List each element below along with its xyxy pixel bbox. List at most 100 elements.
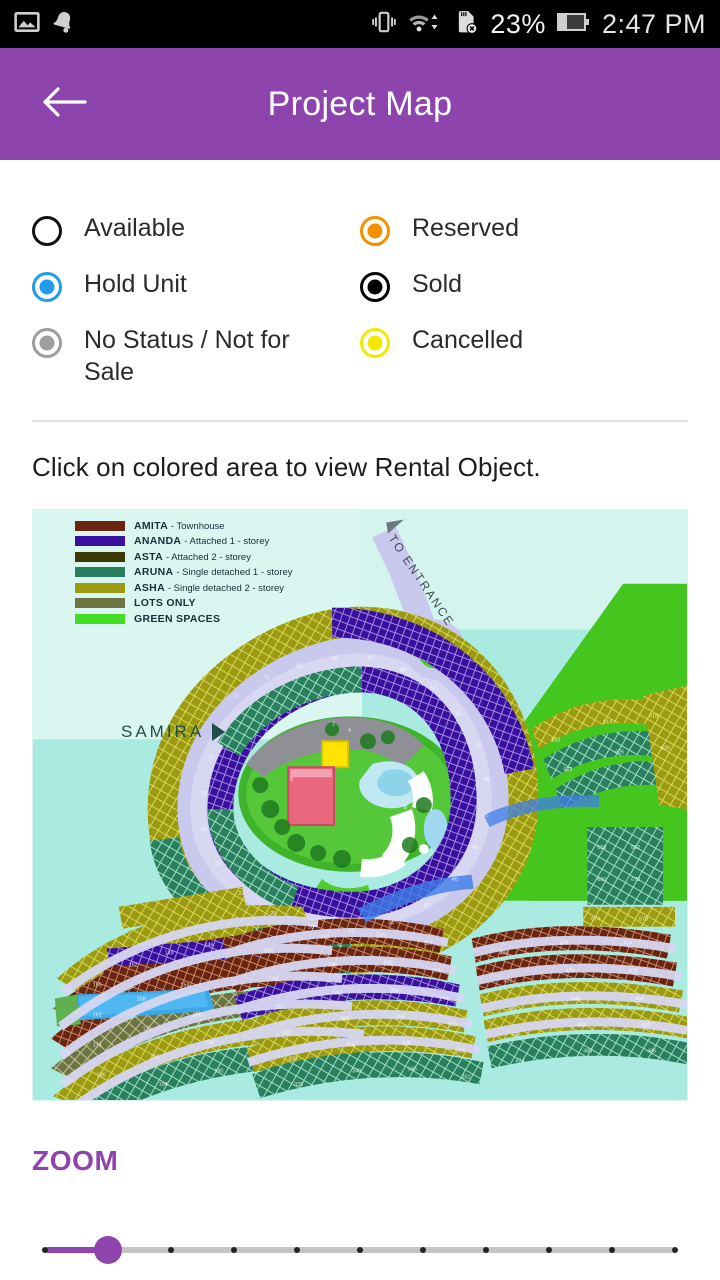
legend-item-no-status[interactable]: No Status / Not for Sale	[32, 314, 360, 398]
svg-text:274: 274	[440, 996, 449, 1002]
svg-text:614: 614	[603, 719, 612, 725]
map-legend-item-asta: ASTA - Attached 2 - storey	[75, 549, 293, 565]
legend-label-hold-unit: Hold Unit	[84, 270, 187, 298]
zoom-slider-tick	[42, 1247, 48, 1253]
map-legend-swatch-ananda	[75, 536, 125, 547]
zoom-slider[interactable]	[42, 1229, 678, 1269]
radio-hold-unit-icon	[32, 272, 62, 302]
svg-text:210: 210	[320, 935, 329, 941]
svg-text:618: 618	[649, 713, 658, 719]
back-button[interactable]	[28, 68, 100, 140]
map-legend-desc-aruna: - Single detached 1 - storey	[176, 567, 293, 579]
section-divider	[32, 420, 688, 422]
map-legend-name-ananda: ANANDA	[134, 535, 182, 548]
svg-text:25: 25	[270, 911, 276, 917]
svg-text:155: 155	[93, 983, 102, 989]
radio-cancelled-icon	[360, 328, 390, 358]
svg-text:170: 170	[143, 1026, 152, 1032]
svg-text:2: 2	[332, 721, 335, 727]
svg-text:8: 8	[404, 805, 407, 811]
svg-text:222: 222	[424, 941, 433, 947]
status-bar: 23% 2:47 PM	[0, 0, 720, 48]
map-legend-name-asta: ASTA	[134, 550, 164, 563]
svg-text:462: 462	[577, 1022, 586, 1028]
radio-sold-icon	[360, 272, 390, 302]
legend-item-cancelled[interactable]: Cancelled	[360, 314, 688, 398]
svg-text:268: 268	[390, 989, 399, 995]
vibrate-icon	[371, 9, 397, 40]
zoom-slider-tick	[168, 1247, 174, 1253]
map-legend-item-aruna: ARUNA - Single detached 1 - storey	[75, 565, 293, 581]
svg-text:152: 152	[129, 963, 138, 969]
svg-text:456: 456	[512, 1032, 521, 1038]
svg-text:309: 309	[288, 1056, 297, 1062]
battery-icon	[556, 9, 591, 40]
legend-item-reserved[interactable]: Reserved	[360, 202, 688, 258]
svg-text:65: 65	[332, 656, 338, 662]
svg-text:216: 216	[376, 933, 385, 939]
zoom-slider-tick	[294, 1247, 300, 1253]
zoom-slider-tick	[609, 1247, 615, 1253]
page-title: Project Map	[267, 84, 453, 123]
map-instruction-text: Click on colored area to view Rental Obj…	[32, 452, 541, 482]
svg-text:450: 450	[635, 996, 644, 1002]
legend-label-cancelled: Cancelled	[412, 326, 524, 354]
samira-label-text: SAMIRA	[121, 722, 205, 741]
svg-text:16: 16	[200, 827, 206, 833]
status-legend: Available Reserved Hold Unit Sold No Sta…	[0, 160, 720, 398]
svg-text:283: 283	[282, 1030, 291, 1036]
svg-text:158: 158	[137, 996, 146, 1002]
svg-text:68: 68	[296, 664, 302, 670]
svg-text:22: 22	[238, 891, 244, 897]
svg-text:34: 34	[388, 921, 394, 927]
svg-text:248: 248	[432, 969, 441, 975]
zoom-slider-thumb[interactable]	[94, 1236, 122, 1264]
svg-text:11: 11	[208, 755, 214, 761]
svg-text:432: 432	[629, 969, 638, 975]
samira-direction-label: SAMIRA	[121, 722, 226, 742]
svg-text:13: 13	[200, 791, 206, 797]
map-legend-item-lots-only: LOTS ONLY	[75, 596, 293, 612]
svg-text:166: 166	[193, 1012, 202, 1018]
wifi-icon	[408, 9, 442, 40]
map-legend-item-asha: ASHA - Single detached 2 - storey	[75, 580, 293, 596]
svg-text:28: 28	[308, 925, 314, 931]
bell-icon	[50, 9, 76, 40]
zoom-slider-tick	[357, 1247, 363, 1253]
svg-text:486: 486	[647, 1048, 656, 1054]
map-legend-desc-amita: - Townhouse	[170, 520, 225, 532]
svg-text:670: 670	[631, 877, 640, 883]
radio-no-status-icon	[32, 328, 62, 358]
svg-text:658: 658	[597, 845, 606, 851]
svg-text:314: 314	[346, 1042, 355, 1048]
svg-text:480: 480	[583, 1048, 592, 1054]
app-bar: Project Map	[0, 48, 720, 160]
svg-text:52: 52	[476, 743, 482, 749]
map-legend: AMITA - Townhouse ANANDA - Attached 1 - …	[75, 518, 293, 627]
svg-text:674: 674	[591, 917, 600, 923]
project-map-image[interactable]: 73 71 68 65 62 60 57 55 52 49 46 43 40 37 34 31 28 2…	[32, 509, 688, 1101]
svg-text:622: 622	[563, 767, 572, 773]
zoom-slider-tick	[483, 1247, 489, 1253]
svg-text:326: 326	[456, 1048, 465, 1054]
svg-text:630: 630	[661, 745, 670, 751]
svg-text:231: 231	[270, 977, 279, 983]
legend-item-hold-unit[interactable]: Hold Unit	[32, 258, 360, 314]
svg-text:146: 146	[204, 943, 213, 949]
svg-text:40: 40	[452, 877, 458, 883]
zoom-slider-tick	[231, 1247, 237, 1253]
legend-item-sold[interactable]: Sold	[360, 258, 688, 314]
map-legend-swatch-green-spaces	[75, 613, 125, 624]
map-legend-item-amita: AMITA - Townhouse	[75, 518, 293, 534]
legend-label-no-status: No Status / Not for Sale	[84, 326, 290, 386]
svg-text:31: 31	[348, 929, 354, 935]
map-legend-name-green-spaces: GREEN SPACES	[134, 612, 221, 625]
svg-text:662: 662	[631, 845, 640, 851]
legend-item-available[interactable]: Available	[32, 202, 360, 258]
svg-text:320: 320	[402, 1040, 411, 1046]
zoom-slider-tick	[546, 1247, 552, 1253]
svg-text:186: 186	[97, 1072, 106, 1078]
svg-text:178: 178	[204, 1040, 213, 1046]
svg-text:46: 46	[482, 813, 488, 819]
legend-label-reserved: Reserved	[412, 214, 519, 242]
